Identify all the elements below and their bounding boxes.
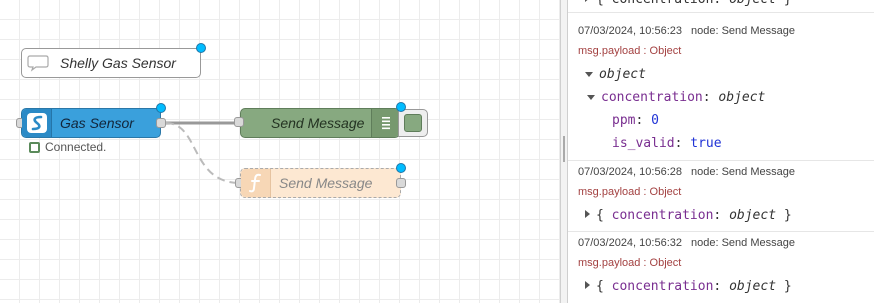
gas-sensor-node[interactable]: Gas Sensor [16, 103, 166, 138]
changed-indicator [396, 102, 406, 112]
field-value: 0 [651, 113, 659, 128]
debug-node[interactable]: Send Message [234, 102, 428, 138]
brace-open: { [596, 208, 612, 223]
message-node-link[interactable]: node: Send Message [691, 237, 795, 249]
tree-field: is_valid: true [612, 136, 722, 151]
flow-canvas[interactable]: Shelly Gas Sensor Gas Sensor Connected. … [0, 0, 560, 303]
comment-bubble-icon [22, 49, 54, 77]
message-timestamp: 07/03/2024, 10:56:28 [578, 166, 682, 178]
summary-key: concentration [611, 279, 714, 294]
input-port[interactable] [234, 117, 244, 127]
payload-summary[interactable]: { concentration: object } [585, 0, 792, 7]
collapse-icon[interactable] [585, 72, 593, 77]
status-ring-icon [29, 141, 40, 153]
tree-root[interactable]: object [585, 67, 646, 82]
node-status: Connected. [29, 140, 106, 154]
field-value: true [690, 136, 722, 151]
message-topic: msg.payload : Object [578, 186, 682, 198]
output-port[interactable] [396, 178, 406, 188]
wire-gas-to-function[interactable] [165, 122, 241, 184]
expand-icon[interactable] [585, 0, 590, 2]
expand-icon[interactable] [585, 281, 590, 289]
field-key: ppm [612, 113, 636, 128]
debug-message[interactable]: 07/03/2024, 10:56:32 node: Send Message m… [568, 232, 874, 303]
brace-close: } [776, 208, 792, 223]
brace-open: { [596, 279, 612, 294]
changed-indicator [196, 43, 206, 53]
function-icon [241, 169, 271, 197]
message-topic: msg.payload : Object [578, 45, 682, 57]
debug-message[interactable]: 07/03/2024, 10:56:23 node: Send Message m… [568, 13, 874, 161]
message-node-link[interactable]: node: Send Message [691, 25, 795, 37]
debug-node-label: Send Message [271, 115, 365, 131]
payload-summary[interactable]: { concentration: object } [585, 208, 792, 223]
debug-enable-toggle[interactable] [398, 109, 428, 137]
debug-sidebar[interactable]: { concentration: object } 07/03/2024, 10… [568, 0, 874, 303]
debug-list-icon [371, 109, 399, 137]
brace-open: { [596, 0, 612, 7]
output-port[interactable] [156, 118, 166, 128]
summary-key: concentration [611, 208, 714, 223]
message-meta: 07/03/2024, 10:56:32 node: Send Message [578, 237, 795, 249]
comment-node[interactable]: Shelly Gas Sensor [21, 43, 206, 78]
payload-summary[interactable]: { concentration: object } [585, 279, 792, 294]
summary-sep: : [713, 0, 721, 7]
property-key: concentration [601, 90, 703, 105]
field-key: is_valid [612, 136, 675, 151]
message-node-link[interactable]: node: Send Message [691, 166, 795, 178]
node-status-text: Connected. [45, 140, 107, 154]
debug-message[interactable]: { concentration: object } [568, 0, 874, 13]
summary-type: object [729, 208, 777, 223]
tree-property[interactable]: concentration: object [587, 90, 765, 105]
message-meta: 07/03/2024, 10:56:28 node: Send Message [578, 166, 795, 178]
function-node[interactable]: Send Message [235, 163, 406, 198]
gas-sensor-node-label: Gas Sensor [60, 115, 134, 131]
comment-node-label: Shelly Gas Sensor [60, 55, 176, 71]
property-type: object [718, 90, 766, 105]
brace-close: } [776, 0, 792, 7]
summary-key: concentration [612, 0, 714, 7]
collapse-icon[interactable] [587, 95, 595, 100]
summary-type: object [729, 279, 777, 294]
message-timestamp: 07/03/2024, 10:56:23 [578, 25, 682, 37]
function-node-label: Send Message [279, 175, 373, 191]
root-type: object [599, 67, 646, 82]
message-meta: 07/03/2024, 10:56:23 node: Send Message [578, 25, 795, 37]
expand-icon[interactable] [585, 210, 590, 218]
message-timestamp: 07/03/2024, 10:56:32 [578, 237, 682, 249]
sidebar-splitter[interactable] [560, 0, 568, 303]
brace-close: } [776, 279, 792, 294]
shelly-logo-icon [22, 109, 52, 137]
debug-node-body[interactable]: Send Message [240, 108, 400, 138]
splitter-grip-icon [563, 136, 565, 162]
changed-indicator [396, 163, 406, 173]
changed-indicator [156, 103, 166, 113]
tree-field: ppm: 0 [612, 113, 659, 128]
summary-type: object [729, 0, 776, 7]
message-topic: msg.payload : Object [578, 257, 682, 269]
debug-message[interactable]: 07/03/2024, 10:56:28 node: Send Message m… [568, 161, 874, 232]
